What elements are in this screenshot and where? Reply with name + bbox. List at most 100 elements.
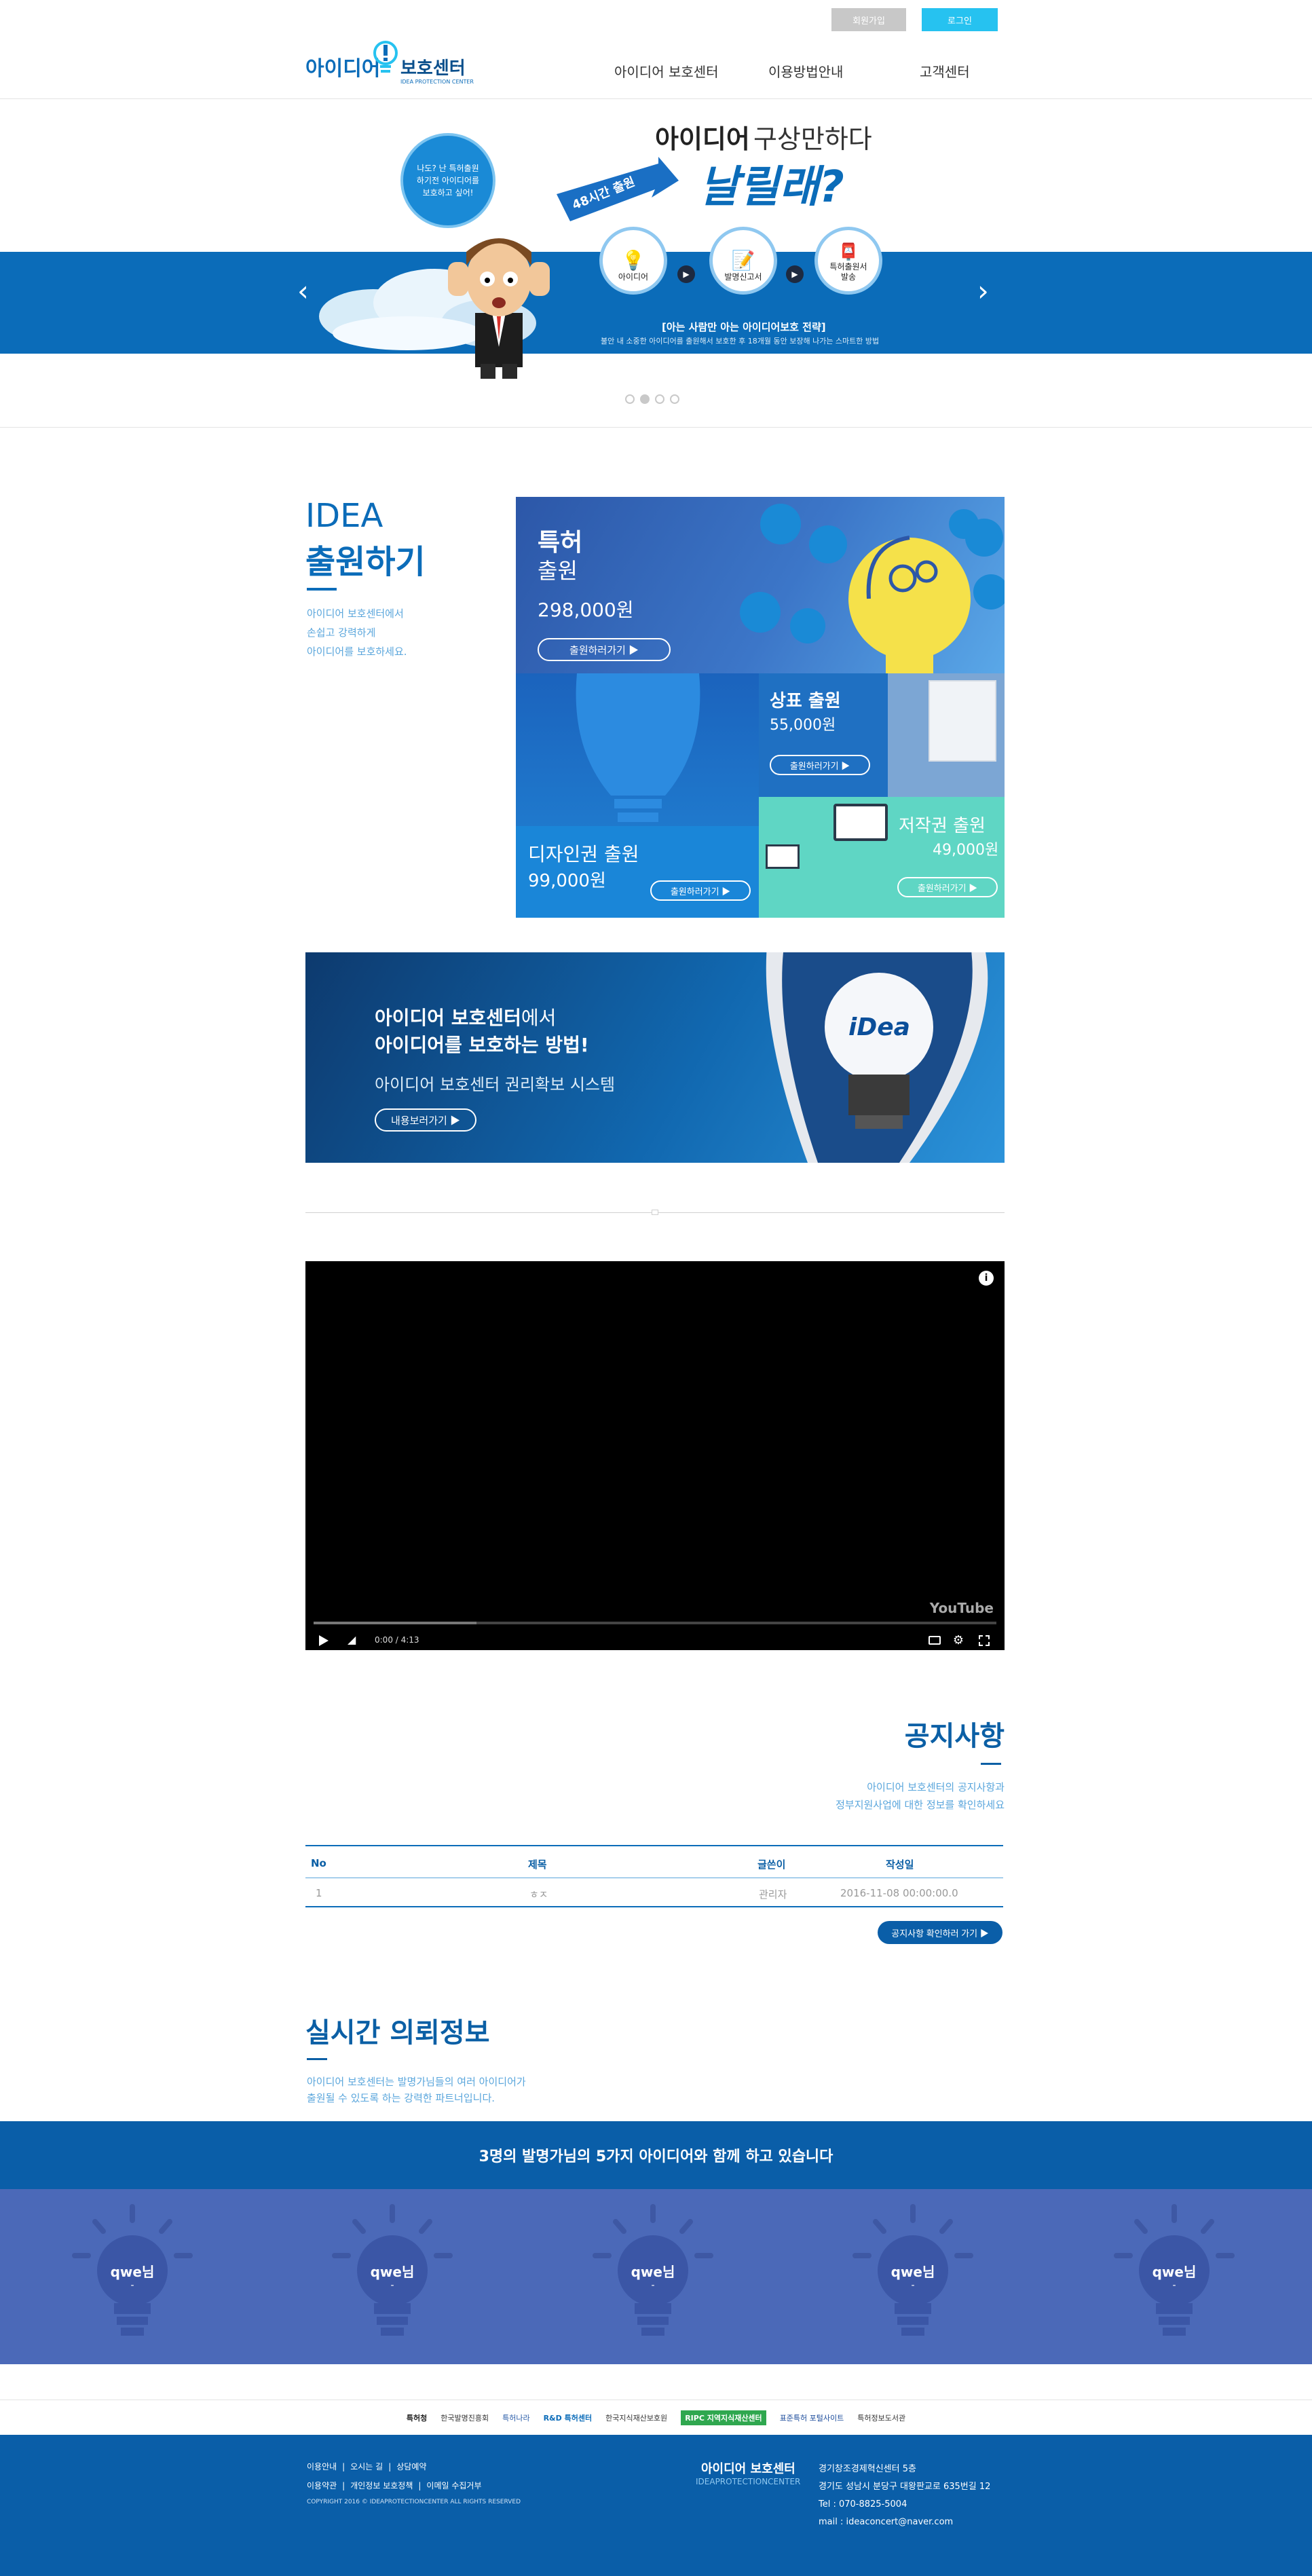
- footer-link-guide[interactable]: 이용안내: [307, 2461, 337, 2472]
- slider-dot-3[interactable]: [655, 394, 664, 404]
- footer-link-directions[interactable]: 오시는 길: [350, 2461, 383, 2472]
- partner-logo[interactable]: 특허정보도서관: [857, 2412, 905, 2423]
- nav-item-guide[interactable]: 이용방법안내: [768, 61, 843, 81]
- notice-row-title[interactable]: ㅎㅈ: [529, 1887, 548, 1901]
- slider-dot-2[interactable]: [640, 394, 650, 404]
- footer-copyright: COPYRIGHT 2016 © IDEAPROTECTIONCENTER AL…: [307, 2499, 521, 2505]
- footer-link-email-refuse[interactable]: 이메일 수집거부: [426, 2480, 481, 2491]
- logo-brand-text: 보호센터: [400, 58, 466, 79]
- nav-item-about[interactable]: 아이디어 보호센터: [614, 61, 719, 81]
- site-logo[interactable]: 아이디어 보호센터 IDEA PROTECTION CENTER: [305, 35, 482, 90]
- footer-links-row-2: 이용약관 | 개인정보 보호정책 | 이메일 수집거부: [307, 2480, 482, 2491]
- bulb-idea-text: iDea: [848, 1013, 910, 1041]
- footer-address-2: 경기도 성남시 분당구 대왕판교로 635번길 12: [819, 2482, 991, 2492]
- partner-logo[interactable]: R&D 특허센터: [544, 2412, 593, 2423]
- tile-design-button[interactable]: 출원하러가기 ▶: [650, 880, 751, 901]
- hero-headline-rest: 구상만하다: [753, 124, 872, 154]
- footer-address-1: 경기창조경제혁신센터 5층: [819, 2464, 916, 2474]
- footer-link-booking[interactable]: 상담예약: [396, 2461, 426, 2472]
- partner-logo[interactable]: 특허청: [407, 2412, 427, 2423]
- footer-separator: |: [418, 2480, 421, 2490]
- partners-bar: 특허청 한국발명진흥회 특허나라 R&D 특허센터 한국지식재산보호원 RIPC…: [0, 2400, 1312, 2435]
- section-divider-marker: [652, 1210, 658, 1215]
- apply-description-line: 손쉽고 강력하게: [307, 627, 376, 639]
- copyright-laptop-illustration: [833, 804, 888, 841]
- speech-bubble: 나도? 난 특허출원하기전 아이디어를 보호하고 싶어!: [400, 133, 495, 228]
- slider-dot-1[interactable]: [625, 394, 635, 404]
- tile-copyright-button[interactable]: 출원하러가기 ▶: [897, 877, 998, 897]
- settings-gear-icon[interactable]: ⚙: [953, 1633, 964, 1647]
- signup-button[interactable]: 회원가입: [831, 8, 906, 31]
- partner-logo[interactable]: 한국발명진흥회: [441, 2412, 489, 2423]
- idea-bulb-name: qwe님: [631, 2264, 675, 2280]
- hero-headline-bold: 아이디어: [655, 124, 750, 154]
- idea-bulb-name: qwe님: [1152, 2264, 1197, 2280]
- tile-copyright[interactable]: 저작권 출원 49,000원 출원하러가기 ▶: [759, 797, 1005, 918]
- idea-bulb[interactable]: qwe님 -: [68, 2203, 197, 2352]
- slider-dot-4[interactable]: [670, 394, 679, 404]
- tile-design[interactable]: 디자인권 출원 99,000원 출원하러가기 ▶: [516, 673, 759, 918]
- notice-row-date: 2016-11-08 00:00:00.0: [840, 1887, 958, 1899]
- tile-trademark[interactable]: 상표 출원 55,000원 출원하러가기 ▶: [759, 673, 1005, 797]
- idea-bulb-name: qwe님: [110, 2264, 155, 2280]
- footer-link-terms[interactable]: 이용약관: [307, 2480, 337, 2491]
- apply-heading-en: IDEA: [305, 497, 383, 535]
- hero-caption-main: [아는 사람만 아는 아이디어보호 전략]: [662, 321, 826, 333]
- chevron-left-icon[interactable]: ‹: [297, 277, 309, 305]
- login-button[interactable]: 로그인: [922, 8, 998, 31]
- chevron-right-icon[interactable]: ›: [977, 277, 989, 305]
- apply-description-line: 아이디어를 보호하세요.: [307, 646, 407, 658]
- partner-logo[interactable]: 표준특허 포털사이트: [780, 2412, 844, 2423]
- realtime-banner: 3명의 발명가님의 5가지 아이디어와 함께 하고 있습니다: [0, 2121, 1312, 2189]
- footer-link-privacy[interactable]: 개인정보 보호정책: [350, 2480, 413, 2491]
- idea-bulb[interactable]: qwe님 -: [848, 2203, 977, 2352]
- idea-bulb[interactable]: qwe님 -: [1110, 2203, 1239, 2352]
- video-player[interactable]: i YouTube ◢ 0:00 / 4:13 ⚙: [305, 1261, 1005, 1650]
- idea-bulb[interactable]: qwe님 -: [328, 2203, 457, 2352]
- idea-bulb[interactable]: qwe님 -: [588, 2203, 717, 2352]
- notice-description-line: 아이디어 보호센터의 공지사항과: [867, 1781, 1005, 1793]
- partner-logo[interactable]: 한국지식재산보호원: [605, 2412, 667, 2423]
- cartoon-character-image: [434, 225, 563, 381]
- trademark-chart-illustration: [929, 680, 996, 762]
- realtime-title: 실시간 의뢰정보: [305, 2017, 490, 2049]
- hero-caption-sub: 불안 내 소중한 아이디어를 출원해서 보호한 후 18개월 동안 보장해 나가…: [601, 337, 880, 346]
- notice-row-no: 1: [316, 1887, 322, 1899]
- fullscreen-icon[interactable]: [979, 1635, 990, 1646]
- hero-headline: 아이디어 구상만하다: [655, 118, 872, 155]
- step-report: 📝 발명신고서: [709, 227, 777, 295]
- tile-copyright-title: 저작권 출원: [899, 816, 986, 836]
- design-bulb-illustration: [576, 673, 700, 822]
- notice-col-date: 작성일: [886, 1859, 914, 1871]
- logo-main-text: 아이디어: [305, 57, 381, 81]
- tile-patent-title: 특허: [538, 529, 583, 557]
- footer-separator: |: [342, 2461, 345, 2471]
- step-idea-icon: 💡: [621, 249, 645, 272]
- tile-trademark-button[interactable]: 출원하러가기 ▶: [770, 755, 870, 775]
- notice-more-button[interactable]: 공지사항 확인하러 가기 ▶: [878, 1921, 1002, 1944]
- patent-illustration: [740, 504, 1005, 673]
- idea-bulb-sub: -: [390, 2280, 394, 2291]
- tile-patent[interactable]: 특허 출원 298,000원 출원하러가기 ▶: [516, 497, 1005, 673]
- protect-line-3: 아이디어 보호센터 권리확보 시스템: [375, 1075, 616, 1094]
- realtime-title-divider: [307, 2058, 327, 2060]
- captions-icon[interactable]: [929, 1636, 941, 1645]
- info-icon[interactable]: i: [979, 1271, 994, 1286]
- logo-bulb-icon: [372, 39, 399, 83]
- nav-item-support[interactable]: 고객센터: [920, 61, 970, 81]
- apply-description: 아이디어 보호센터에서 손쉽고 강력하게 아이디어를 보호하세요.: [307, 604, 407, 661]
- notice-table-bottom-border: [305, 1906, 1003, 1907]
- footer-links-row-1: 이용안내 | 오시는 길 | 상담예약: [307, 2461, 426, 2472]
- partner-logo[interactable]: 특허나라: [502, 2412, 529, 2423]
- play-icon[interactable]: [319, 1635, 329, 1646]
- realtime-description-line: 아이디어 보호센터는 발명가님들의 여러 아이디어가: [307, 2076, 526, 2088]
- protect-banner[interactable]: iDea 아이디어 보호센터에서 아이디어를 보호하는 방법! 아이디어 보호센…: [305, 952, 1005, 1163]
- youtube-logo[interactable]: YouTube: [930, 1600, 994, 1616]
- partner-logo[interactable]: RIPC 지역지식재산센터: [681, 2410, 766, 2425]
- volume-icon[interactable]: ◢: [348, 1633, 356, 1646]
- protect-banner-button[interactable]: 내용보러가기 ▶: [375, 1108, 476, 1132]
- notice-table-top-border: [305, 1845, 1003, 1846]
- idea-bulb-name: qwe님: [891, 2264, 935, 2280]
- step-idea-label: 아이디어: [618, 272, 649, 282]
- tile-patent-button[interactable]: 출원하러가기 ▶: [538, 638, 671, 661]
